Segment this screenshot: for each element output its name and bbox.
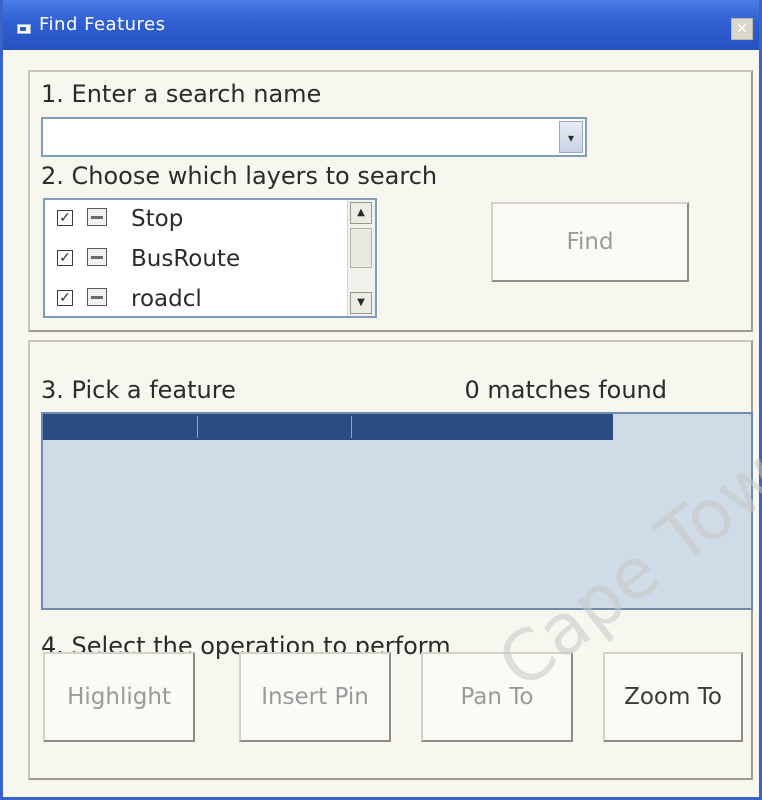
layer-name: Stop bbox=[131, 206, 184, 232]
title-bar[interactable]: Find Features ✕ bbox=[3, 0, 759, 50]
layer-checklist[interactable]: ✓ Stop ✓ BusRoute ✓ roadcl ▲ ▼ bbox=[43, 198, 377, 318]
chevron-down-icon[interactable]: ▾ bbox=[559, 121, 583, 153]
insert-pin-button[interactable]: Insert Pin bbox=[239, 652, 391, 742]
search-name-label: 1. Enter a search name bbox=[41, 80, 322, 108]
window-title: Find Features bbox=[39, 14, 166, 35]
layers-label: 2. Choose which layers to search bbox=[41, 162, 438, 190]
checkbox-checked-icon[interactable]: ✓ bbox=[57, 210, 73, 226]
highlight-button[interactable]: Highlight bbox=[43, 652, 195, 742]
layer-name: BusRoute bbox=[131, 246, 241, 272]
results-column-header[interactable] bbox=[43, 414, 613, 440]
find-features-dialog: Find Features ✕ 1. Enter a search name ▾… bbox=[0, 0, 762, 800]
scroll-up-icon[interactable]: ▲ bbox=[350, 202, 372, 224]
matches-count: 0 matches found bbox=[464, 376, 668, 404]
layer-list-scrollbar[interactable]: ▲ ▼ bbox=[347, 200, 375, 316]
feature-layer-icon bbox=[87, 288, 107, 306]
feature-layer-icon bbox=[87, 208, 107, 226]
search-name-combobox[interactable]: ▾ bbox=[41, 117, 587, 157]
column-divider[interactable] bbox=[197, 416, 198, 438]
close-button[interactable]: ✕ bbox=[731, 18, 753, 40]
feature-layer-icon bbox=[87, 248, 107, 266]
checkbox-checked-icon[interactable]: ✓ bbox=[57, 290, 73, 306]
column-divider[interactable] bbox=[351, 416, 352, 438]
app-window-icon bbox=[17, 24, 31, 34]
layer-item-stop[interactable]: ✓ Stop bbox=[55, 202, 345, 238]
layer-item-busroute[interactable]: ✓ BusRoute bbox=[55, 242, 345, 278]
find-button[interactable]: Find bbox=[491, 202, 689, 282]
checkbox-checked-icon[interactable]: ✓ bbox=[57, 250, 73, 266]
pick-feature-label: 3. Pick a feature bbox=[41, 376, 236, 404]
layer-name: roadcl bbox=[131, 286, 202, 312]
scroll-thumb[interactable] bbox=[350, 228, 372, 268]
scroll-down-icon[interactable]: ▼ bbox=[350, 292, 372, 314]
layer-item-roadcl[interactable]: ✓ roadcl bbox=[55, 282, 345, 316]
zoom-to-button[interactable]: Zoom To bbox=[603, 652, 743, 742]
